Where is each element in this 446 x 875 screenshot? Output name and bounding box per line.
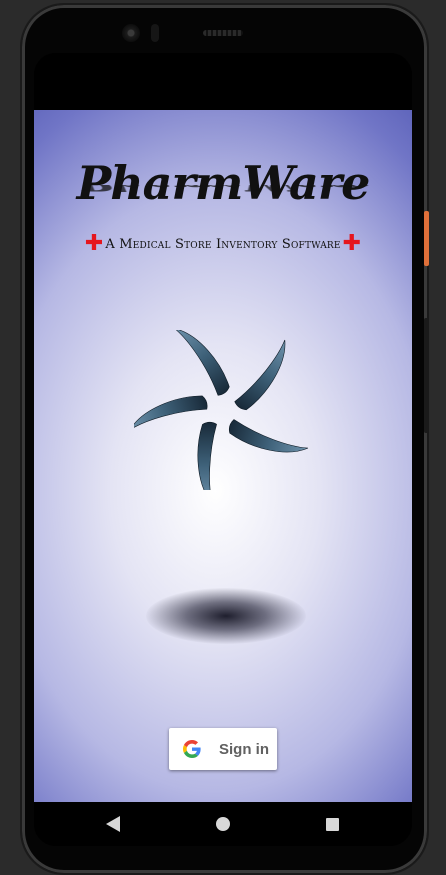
red-cross-icon: ✚ bbox=[342, 231, 362, 256]
red-cross-icon: ✚ bbox=[84, 231, 104, 256]
google-g-icon bbox=[183, 740, 201, 758]
app-title-reflection: PharmWare bbox=[34, 185, 412, 194]
logo-blade bbox=[174, 330, 230, 396]
recents-button[interactable] bbox=[310, 802, 354, 846]
login-screen: PharmWare PharmWare ✚ A Medical Store In… bbox=[34, 110, 412, 802]
device-screen: PharmWare PharmWare ✚ A Medical Store In… bbox=[34, 53, 412, 846]
volume-button bbox=[424, 318, 429, 433]
back-triangle-icon bbox=[106, 816, 120, 832]
proximity-sensor bbox=[151, 24, 159, 42]
google-signin-button[interactable]: Sign in bbox=[169, 728, 277, 770]
power-button bbox=[424, 211, 429, 266]
pinwheel-logo-icon bbox=[134, 330, 309, 490]
back-button[interactable] bbox=[91, 802, 135, 846]
status-bar bbox=[34, 53, 412, 110]
front-camera bbox=[122, 24, 140, 42]
recents-square-icon bbox=[325, 817, 339, 831]
app-title: PharmWare bbox=[76, 156, 371, 210]
navigation-bar bbox=[34, 802, 412, 846]
earpiece-speaker bbox=[203, 30, 243, 36]
signin-label: Sign in bbox=[219, 740, 269, 758]
home-circle-icon bbox=[216, 817, 230, 831]
subtitle-row: ✚ A Medical Store Inventory Software ✚ bbox=[34, 233, 412, 255]
logo-shadow bbox=[146, 588, 306, 644]
app-subtitle: A Medical Store Inventory Software bbox=[105, 236, 341, 252]
logo-blades bbox=[134, 330, 309, 490]
logo-blade bbox=[234, 339, 286, 411]
home-button[interactable] bbox=[201, 802, 245, 846]
logo-blade bbox=[228, 419, 309, 453]
